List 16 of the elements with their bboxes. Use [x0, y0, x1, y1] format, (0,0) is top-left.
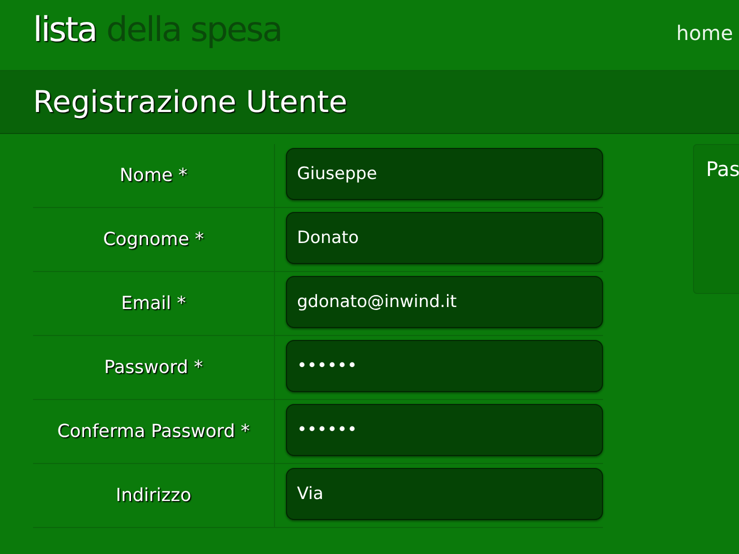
input-field[interactable]: gdonato@inwind.it	[286, 276, 603, 328]
field-label: Password *	[104, 357, 203, 378]
input-field[interactable]: Giuseppe	[286, 148, 603, 200]
panel-text: Pas	[706, 157, 739, 181]
input-field[interactable]: Via	[286, 468, 603, 520]
input-field[interactable]: ••••••	[286, 340, 603, 392]
input-field[interactable]: Donato	[286, 212, 603, 264]
logo-text: lista	[33, 10, 96, 50]
page-title: Registrazione Utente	[33, 84, 348, 120]
nav-link[interactable]: home	[676, 20, 733, 44]
field-label: Nome *	[120, 165, 188, 186]
field-label: Cognome *	[103, 229, 204, 250]
field-label: Email *	[121, 293, 186, 314]
input-field[interactable]: ••••••	[286, 404, 603, 456]
field-label: Indirizzo	[116, 485, 192, 506]
field-label: Conferma Password *	[57, 421, 250, 442]
